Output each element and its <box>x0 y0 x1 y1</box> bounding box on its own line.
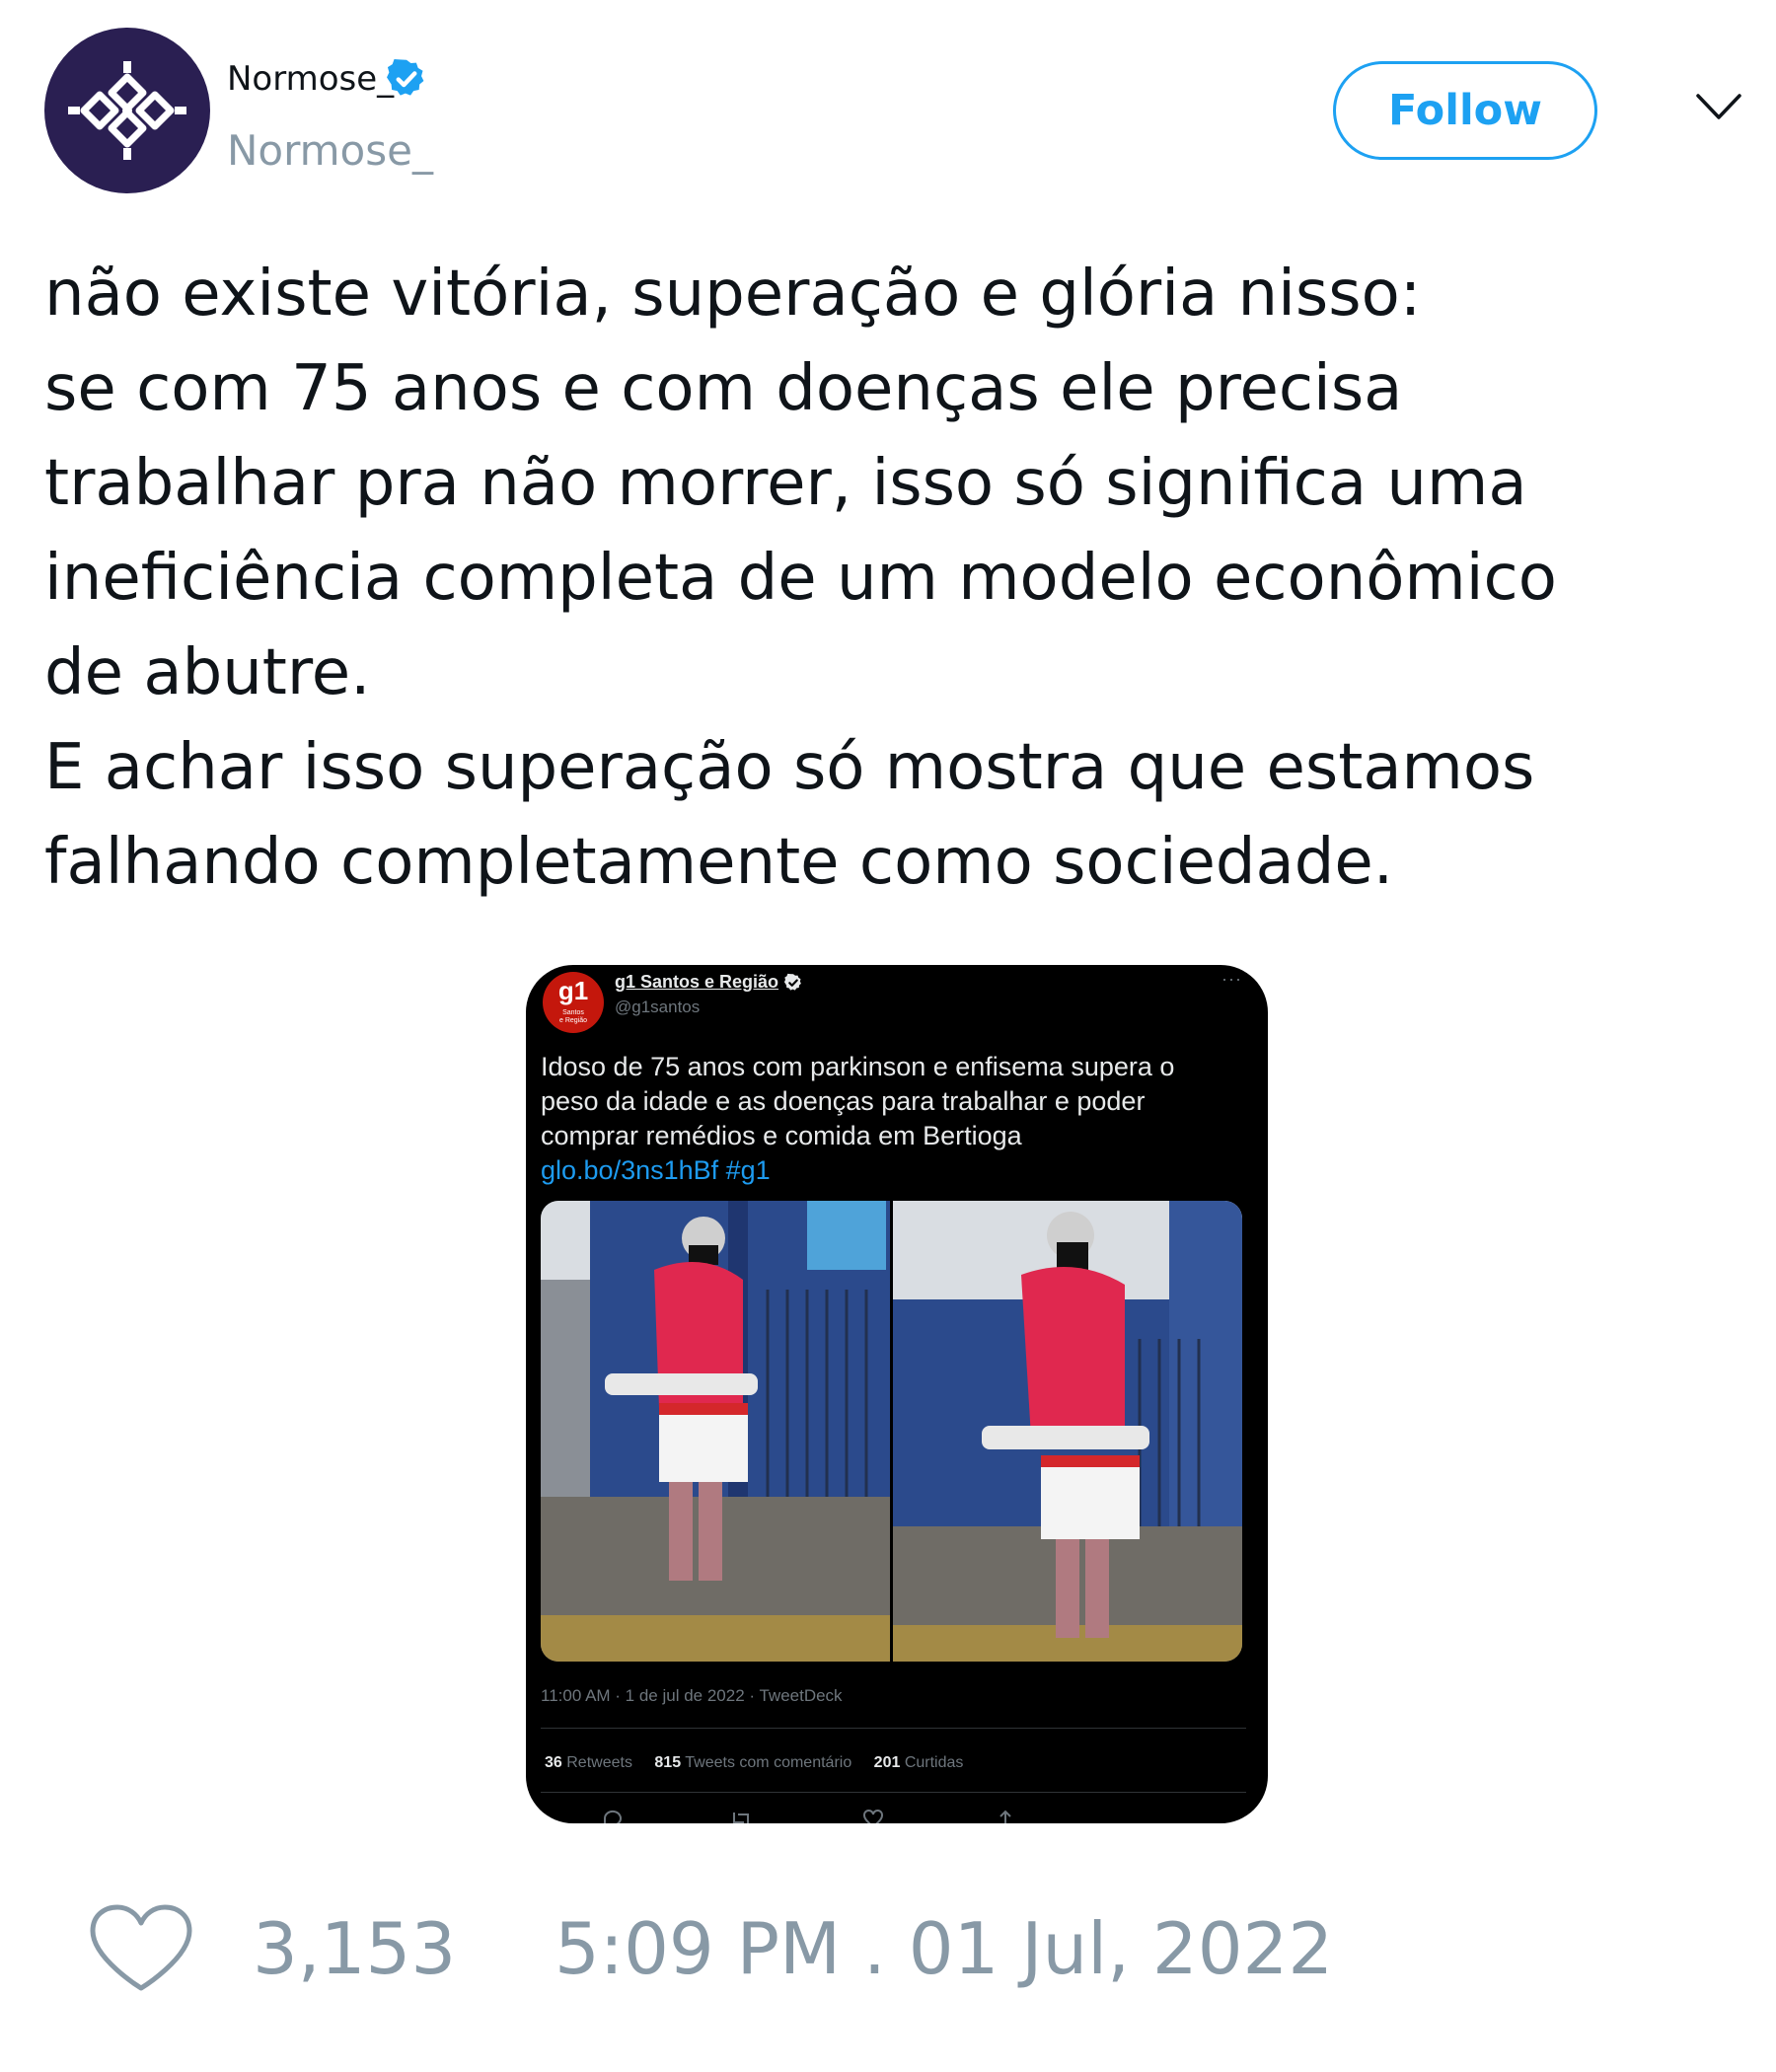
tweet-line: E achar isso superação só mostra que est… <box>44 731 1535 804</box>
like-count: 3,153 <box>253 1907 457 1990</box>
more-options-icon: ··· <box>1221 969 1242 989</box>
embedded-meta: 11:00 AM · 1 de jul de 2022 · TweetDeck <box>541 1686 843 1705</box>
like-icon <box>863 1809 883 1823</box>
elderly-vendor-photo <box>541 1201 1242 1662</box>
g1-logo-subtext: Santos e Região <box>543 1009 604 1025</box>
tweet-line: trabalhar pra não morrer, isso só signif… <box>44 447 1527 520</box>
divider <box>541 1728 1246 1729</box>
embedded-author-name: g1 Santos e Região <box>615 972 779 992</box>
quotes-count: 815 <box>654 1754 682 1771</box>
chevron-down-icon[interactable] <box>1695 91 1742 124</box>
verified-badge-icon <box>783 973 801 991</box>
embedded-tweet-image[interactable]: g1 Santos e Região g1 Santos e Região @g… <box>526 965 1268 1823</box>
tweet-line: não existe vitória, superação e glória n… <box>44 258 1422 331</box>
handle[interactable]: Normose_ <box>227 126 433 175</box>
tweet-line: se com 75 anos e com doenças ele precisa <box>44 352 1403 425</box>
g1-logo: g1 Santos e Região <box>543 972 604 1033</box>
avatar[interactable] <box>44 28 210 193</box>
quotes-label: Tweets com comentário <box>685 1754 852 1771</box>
display-name[interactable]: Normose_ <box>227 59 394 99</box>
likes-label: Curtidas <box>904 1754 964 1771</box>
tweet-line: falhando completamente como sociedade. <box>44 826 1394 899</box>
tweet-line: ineficiência completa de um modelo econô… <box>44 542 1557 615</box>
embedded-link: glo.bo/3ns1hBf #g1 <box>541 1155 771 1185</box>
likes-count: 201 <box>873 1754 901 1771</box>
retweets-count: 36 <box>545 1754 562 1771</box>
embedded-stats: 36 Retweets 815 Tweets com comentário 20… <box>545 1754 963 1772</box>
reply-icon <box>603 1810 622 1823</box>
embedded-line: peso da idade e as doenças para trabalha… <box>541 1086 1146 1116</box>
embedded-tweet-text: Idoso de 75 anos com parkinson e enfisem… <box>541 1050 1251 1188</box>
verified-badge-icon <box>387 59 424 96</box>
g1-logo-text: g1 <box>557 976 589 1005</box>
g1-logo-sub-1: Santos <box>562 1009 584 1016</box>
retweets-label: Retweets <box>566 1754 632 1771</box>
tweet-line: de abutre. <box>44 636 371 709</box>
heart-icon[interactable] <box>89 1903 193 1994</box>
timestamp[interactable]: 5:09 PM . 01 Jul, 2022 <box>555 1909 1333 1988</box>
embedded-line: comprar remédios e comida em Bertioga <box>541 1121 1022 1150</box>
embedded-author-handle: @g1santos <box>615 998 701 1016</box>
interlace-pattern-icon <box>68 61 186 160</box>
retweet-icon <box>733 1813 749 1823</box>
divider <box>541 1792 1246 1793</box>
share-icon <box>999 1810 1011 1823</box>
follow-button[interactable]: Follow <box>1333 61 1597 160</box>
embedded-photo <box>541 1201 1242 1662</box>
tweet-text: não existe vitória, superação e glória n… <box>44 247 1741 910</box>
g1-logo-sub-2: e Região <box>558 1017 588 1024</box>
embedded-line: Idoso de 75 anos com parkinson e enfisem… <box>541 1052 1175 1081</box>
